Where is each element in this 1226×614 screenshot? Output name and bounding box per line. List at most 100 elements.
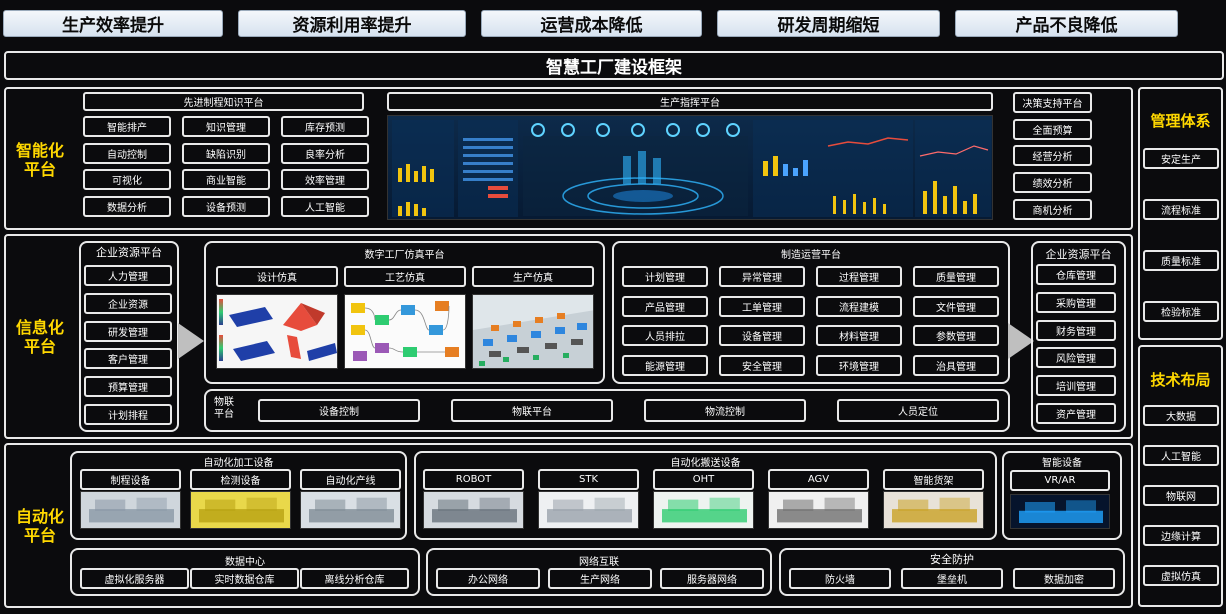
- knowledge-item: 设备预测: [182, 195, 270, 217]
- mfg-item: 安全管理: [719, 355, 805, 377]
- iot-item: 设备控制: [258, 399, 420, 422]
- sim-item: 生产仿真: [472, 266, 594, 287]
- mfg-item: 治具管理: [913, 355, 999, 377]
- robot-photo: [423, 491, 524, 529]
- mfg-item: 文件管理: [913, 295, 999, 317]
- technology-item: 大数据: [1143, 405, 1219, 426]
- erp-left-item: 客户管理: [84, 348, 172, 370]
- knowledge-item: 知识管理: [182, 116, 270, 137]
- mfg-item: 过程管理: [816, 266, 902, 287]
- erp-right-item: 培训管理: [1036, 375, 1116, 397]
- security-title: 安全防护: [930, 553, 974, 566]
- mfg-item: 人员排拉: [622, 325, 708, 347]
- decision-item: 全面预算: [1013, 118, 1092, 140]
- processing-item: 检测设备: [190, 469, 291, 490]
- erp-right-item: 采购管理: [1036, 291, 1116, 313]
- mfg-item: 工单管理: [719, 295, 805, 317]
- processing-photo: [80, 491, 181, 529]
- decision-item: 经营分析: [1013, 145, 1092, 167]
- automation-platform-label: 自动化平台: [15, 507, 64, 545]
- command-dashboard-image: [387, 115, 993, 220]
- knowledge-item: 效率管理: [281, 169, 369, 190]
- handling-item: 智能货架: [883, 469, 984, 490]
- management-item: 安定生产: [1143, 148, 1219, 169]
- erp-left-item: 企业资源: [84, 292, 172, 314]
- technology-item: 虚拟仿真: [1143, 565, 1219, 586]
- knowledge-item: 智能排产: [83, 116, 171, 137]
- knowledge-item: 人工智能: [281, 195, 369, 217]
- data-center-item: 实时数据仓库: [190, 568, 299, 589]
- mfg-item: 环境管理: [816, 355, 902, 377]
- line-photo: [300, 491, 401, 529]
- mfg-item: 参数管理: [913, 325, 999, 347]
- smart-item: VR/AR: [1010, 470, 1110, 491]
- technology-item: 人工智能: [1143, 445, 1219, 466]
- decision-item: 决策支持平台: [1013, 92, 1092, 113]
- iot-item: 物联平台: [451, 399, 613, 422]
- handling-item: AGV: [768, 469, 869, 490]
- handling-item: OHT: [653, 469, 754, 490]
- smart-equip-title: 智能设备: [1042, 458, 1082, 469]
- inspection-photo: [190, 491, 291, 529]
- sim-item: 设计仿真: [216, 266, 338, 287]
- data-center-item: 离线分析仓库: [300, 568, 409, 589]
- erp-right-item: 资产管理: [1036, 403, 1116, 424]
- mfg-item: 流程建模: [816, 295, 902, 317]
- technology-item: 边缘计算: [1143, 525, 1219, 546]
- knowledge-platform-title: 先进制程知识平台: [83, 92, 364, 111]
- network-item: 服务器网络: [660, 568, 764, 589]
- management-item: 质量标准: [1143, 250, 1219, 271]
- processing-item: 制程设备: [80, 469, 181, 490]
- management-item: 流程标准: [1143, 199, 1219, 220]
- goal-box: 运营成本降低: [481, 10, 702, 37]
- mfg-item: 设备管理: [719, 325, 805, 347]
- processing-item: 自动化产线: [300, 469, 401, 490]
- goal-box: 研发周期缩短: [717, 10, 940, 37]
- knowledge-item: 良率分析: [281, 142, 369, 164]
- mfg-item: 产品管理: [622, 295, 708, 317]
- processing-equip-title: 自动化加工设备: [203, 458, 274, 469]
- erp-left-item: 人力管理: [84, 265, 172, 286]
- handling-item: ROBOT: [423, 469, 524, 490]
- vr-photo: [1010, 494, 1110, 529]
- sim-platform-title: 数字工厂仿真平台: [364, 250, 445, 261]
- sim-item: 工艺仿真: [344, 266, 466, 287]
- process-sim-image: [344, 294, 466, 369]
- erp-right-title: 企业资源平台: [1045, 248, 1112, 261]
- knowledge-item: 库存预测: [281, 116, 369, 137]
- knowledge-item: 数据分析: [83, 195, 171, 217]
- production-sim-image: [472, 294, 594, 369]
- oht-photo: [653, 491, 754, 529]
- informatization-platform-label: 信息化平台: [15, 318, 64, 356]
- knowledge-item: 可视化: [83, 169, 171, 190]
- security-item: 防火墙: [789, 568, 891, 589]
- network-title: 网络互联: [579, 557, 619, 568]
- knowledge-item: 商业智能: [182, 169, 270, 190]
- management-item: 检验标准: [1143, 301, 1219, 322]
- iot-item: 物流控制: [644, 399, 806, 422]
- mfg-item: 异常管理: [719, 266, 805, 287]
- framework-title: 智慧工厂建设框架: [4, 51, 1224, 80]
- command-platform-title: 生产指挥平台: [387, 92, 993, 111]
- handling-item: STK: [538, 469, 639, 490]
- data-center-item: 虚拟化服务器: [80, 568, 189, 589]
- decision-item: 商机分析: [1013, 198, 1092, 220]
- technology-title: 技术布局: [1150, 370, 1211, 389]
- intelligent-platform-label: 智能化平台: [15, 141, 64, 179]
- erp-left-item: 预算管理: [84, 376, 172, 398]
- shelf-photo: [883, 491, 984, 529]
- design-sim-image: [216, 294, 338, 369]
- management-title: 管理体系: [1150, 111, 1211, 130]
- iot-item: 人员定位: [837, 399, 999, 422]
- erp-left-title: 企业资源平台: [96, 246, 162, 259]
- handling-equip-title: 自动化搬送设备: [670, 458, 741, 469]
- goal-box: 产品不良降低: [955, 10, 1178, 37]
- security-item: 数据加密: [1013, 568, 1115, 589]
- mfg-item: 能源管理: [622, 355, 708, 377]
- erp-right-item: 风险管理: [1036, 347, 1116, 369]
- data-center-title: 数据中心: [225, 557, 265, 568]
- erp-right-item: 财务管理: [1036, 319, 1116, 341]
- technology-item: 物联网: [1143, 485, 1219, 506]
- erp-left-item: 计划排程: [84, 404, 172, 425]
- knowledge-item: 自动控制: [83, 142, 171, 164]
